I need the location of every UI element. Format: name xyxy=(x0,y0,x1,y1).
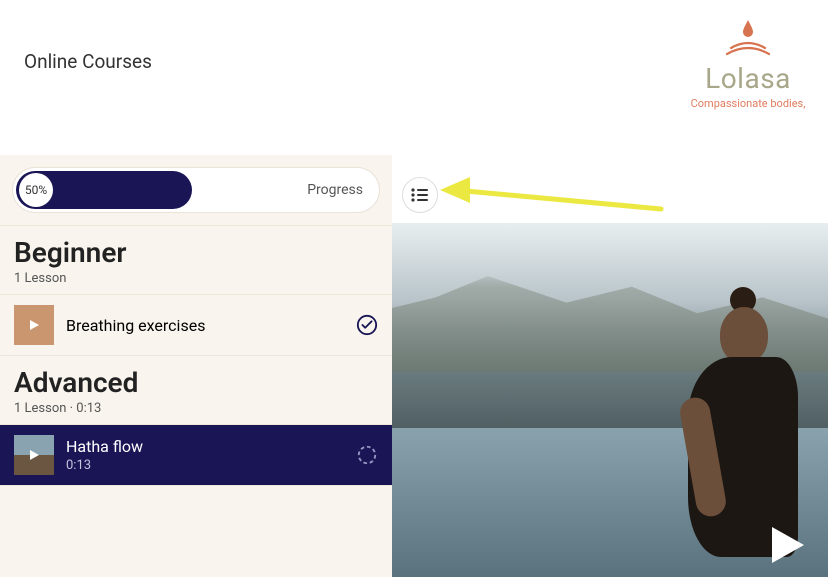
lesson-body: Hatha flow 0:13 xyxy=(66,437,344,473)
lesson-duration: 0:13 xyxy=(66,458,344,473)
progress-percent: 50% xyxy=(19,173,53,207)
section-title: Beginner xyxy=(14,236,378,269)
page-title: Online Courses xyxy=(24,50,152,73)
main-area: 50% Progress Beginner 1 Lesson Breathing… xyxy=(0,155,828,577)
lesson-thumbnail xyxy=(14,305,54,345)
lotus-drop-icon xyxy=(725,18,771,58)
lesson-body: Breathing exercises xyxy=(66,316,344,335)
progress-container: 50% Progress xyxy=(0,155,392,226)
play-icon xyxy=(27,448,41,462)
progress-bar[interactable]: 50% Progress xyxy=(12,167,380,213)
lesson-title: Hatha flow xyxy=(66,437,344,456)
progress-label: Progress xyxy=(307,182,363,198)
toggle-sidebar-button[interactable] xyxy=(402,177,438,213)
lesson-item-breathing[interactable]: Breathing exercises xyxy=(0,295,392,356)
content-area xyxy=(392,155,828,577)
section-meta: 1 Lesson · 0:13 xyxy=(14,401,378,416)
play-button[interactable] xyxy=(762,521,810,569)
lesson-thumbnail xyxy=(14,435,54,475)
header: Online Courses Lolasa Compassionate bodi… xyxy=(0,0,828,155)
check-circle-icon xyxy=(356,314,378,336)
section-meta: 1 Lesson xyxy=(14,271,378,286)
arrow-icon xyxy=(436,167,666,217)
callout-arrow xyxy=(436,167,666,221)
progress-circle-icon xyxy=(356,444,378,466)
section-header-advanced: Advanced 1 Lesson · 0:13 xyxy=(0,356,392,425)
lesson-item-hatha[interactable]: Hatha flow 0:13 xyxy=(0,425,392,486)
video-player[interactable] xyxy=(392,223,828,577)
section-header-beginner: Beginner 1 Lesson xyxy=(0,226,392,295)
section-title: Advanced xyxy=(14,366,378,399)
brand-tagline: Compassionate bodies, xyxy=(668,97,828,110)
brand-name: Lolasa xyxy=(668,62,828,95)
list-icon xyxy=(411,188,429,202)
lesson-title: Breathing exercises xyxy=(66,316,344,335)
play-icon xyxy=(27,318,41,332)
brand-logo: Lolasa Compassionate bodies, xyxy=(668,18,828,110)
lesson-sidebar: 50% Progress Beginner 1 Lesson Breathing… xyxy=(0,155,392,577)
